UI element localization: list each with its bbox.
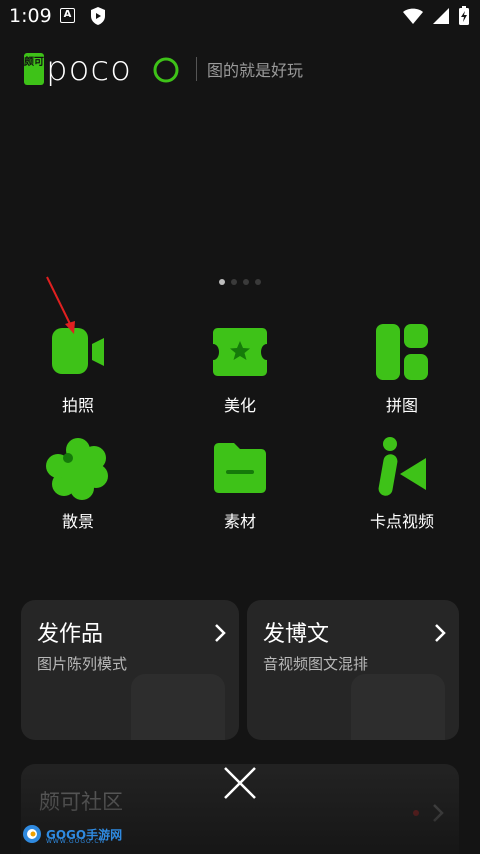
feature-label: 散景 bbox=[61, 512, 94, 531]
star-ticket-icon bbox=[213, 328, 267, 376]
poco-logo: poco bbox=[46, 52, 179, 86]
svg-text:poco: poco bbox=[46, 52, 132, 86]
battery-charging-icon bbox=[459, 6, 469, 25]
feature-bokeh[interactable]: 散景 bbox=[8, 436, 148, 532]
close-icon[interactable] bbox=[222, 765, 258, 801]
tagline: 图的就是好玩 bbox=[207, 61, 304, 80]
a-badge-icon: A bbox=[60, 8, 75, 23]
logo-badge: 颇可 bbox=[24, 53, 44, 85]
pager-dot bbox=[231, 279, 237, 285]
feature-label: 卡点视频 bbox=[369, 512, 434, 531]
post-blog-card[interactable]: 发博文 音视频图文混排 bbox=[247, 600, 459, 740]
feature-beautify[interactable]: 美化 bbox=[170, 320, 310, 416]
chevron-right-icon bbox=[435, 624, 446, 642]
pager-dots bbox=[219, 279, 261, 285]
watermark-domain: WWW.GOGO.CN bbox=[46, 838, 106, 845]
collage-grid-icon bbox=[376, 324, 428, 380]
feature-label: 美化 bbox=[223, 396, 256, 415]
chevron-right-icon bbox=[215, 624, 226, 642]
card-subtitle: 音视频图文混排 bbox=[263, 655, 369, 673]
feature-materials[interactable]: 素材 bbox=[170, 436, 310, 532]
card-title: 发作品 bbox=[37, 622, 104, 647]
feature-camera[interactable]: 拍照 bbox=[8, 320, 148, 416]
bokeh-flower-icon bbox=[46, 438, 108, 500]
watermark: GOGO手游网 WWW.GOGO.CN bbox=[22, 824, 122, 845]
header-divider bbox=[196, 57, 197, 81]
pager-dot bbox=[243, 279, 249, 285]
app-header: 颇可 poco 图的就是好玩 bbox=[24, 52, 303, 86]
beat-video-icon bbox=[378, 437, 426, 496]
wifi-icon bbox=[403, 8, 423, 24]
folder-icon bbox=[214, 443, 266, 493]
signal-icon bbox=[433, 8, 449, 24]
notification-dot bbox=[413, 810, 419, 816]
chevron-right-icon bbox=[433, 804, 444, 822]
shield-icon bbox=[91, 7, 105, 25]
feature-label: 拍照 bbox=[61, 396, 94, 415]
post-work-card[interactable]: 发作品 图片陈列模式 bbox=[21, 600, 239, 740]
community-title: 颇可社区 bbox=[39, 790, 123, 814]
card-title: 发博文 bbox=[263, 622, 330, 647]
feature-label: 拼图 bbox=[385, 396, 418, 415]
pointer-arrow-annotation bbox=[46, 276, 75, 334]
watermark-logo-icon bbox=[23, 825, 41, 843]
card-decoration bbox=[351, 674, 445, 740]
status-time: 1:09 bbox=[9, 5, 52, 27]
pager-dot bbox=[255, 279, 261, 285]
feature-label: 素材 bbox=[223, 512, 256, 531]
feature-beat-video[interactable]: 卡点视频 bbox=[332, 436, 472, 532]
feature-collage[interactable]: 拼图 bbox=[332, 320, 472, 416]
card-subtitle: 图片陈列模式 bbox=[37, 655, 128, 673]
card-decoration bbox=[131, 674, 225, 740]
pager-dot-active bbox=[219, 279, 225, 285]
status-bar: 1:09 A bbox=[0, 0, 480, 34]
